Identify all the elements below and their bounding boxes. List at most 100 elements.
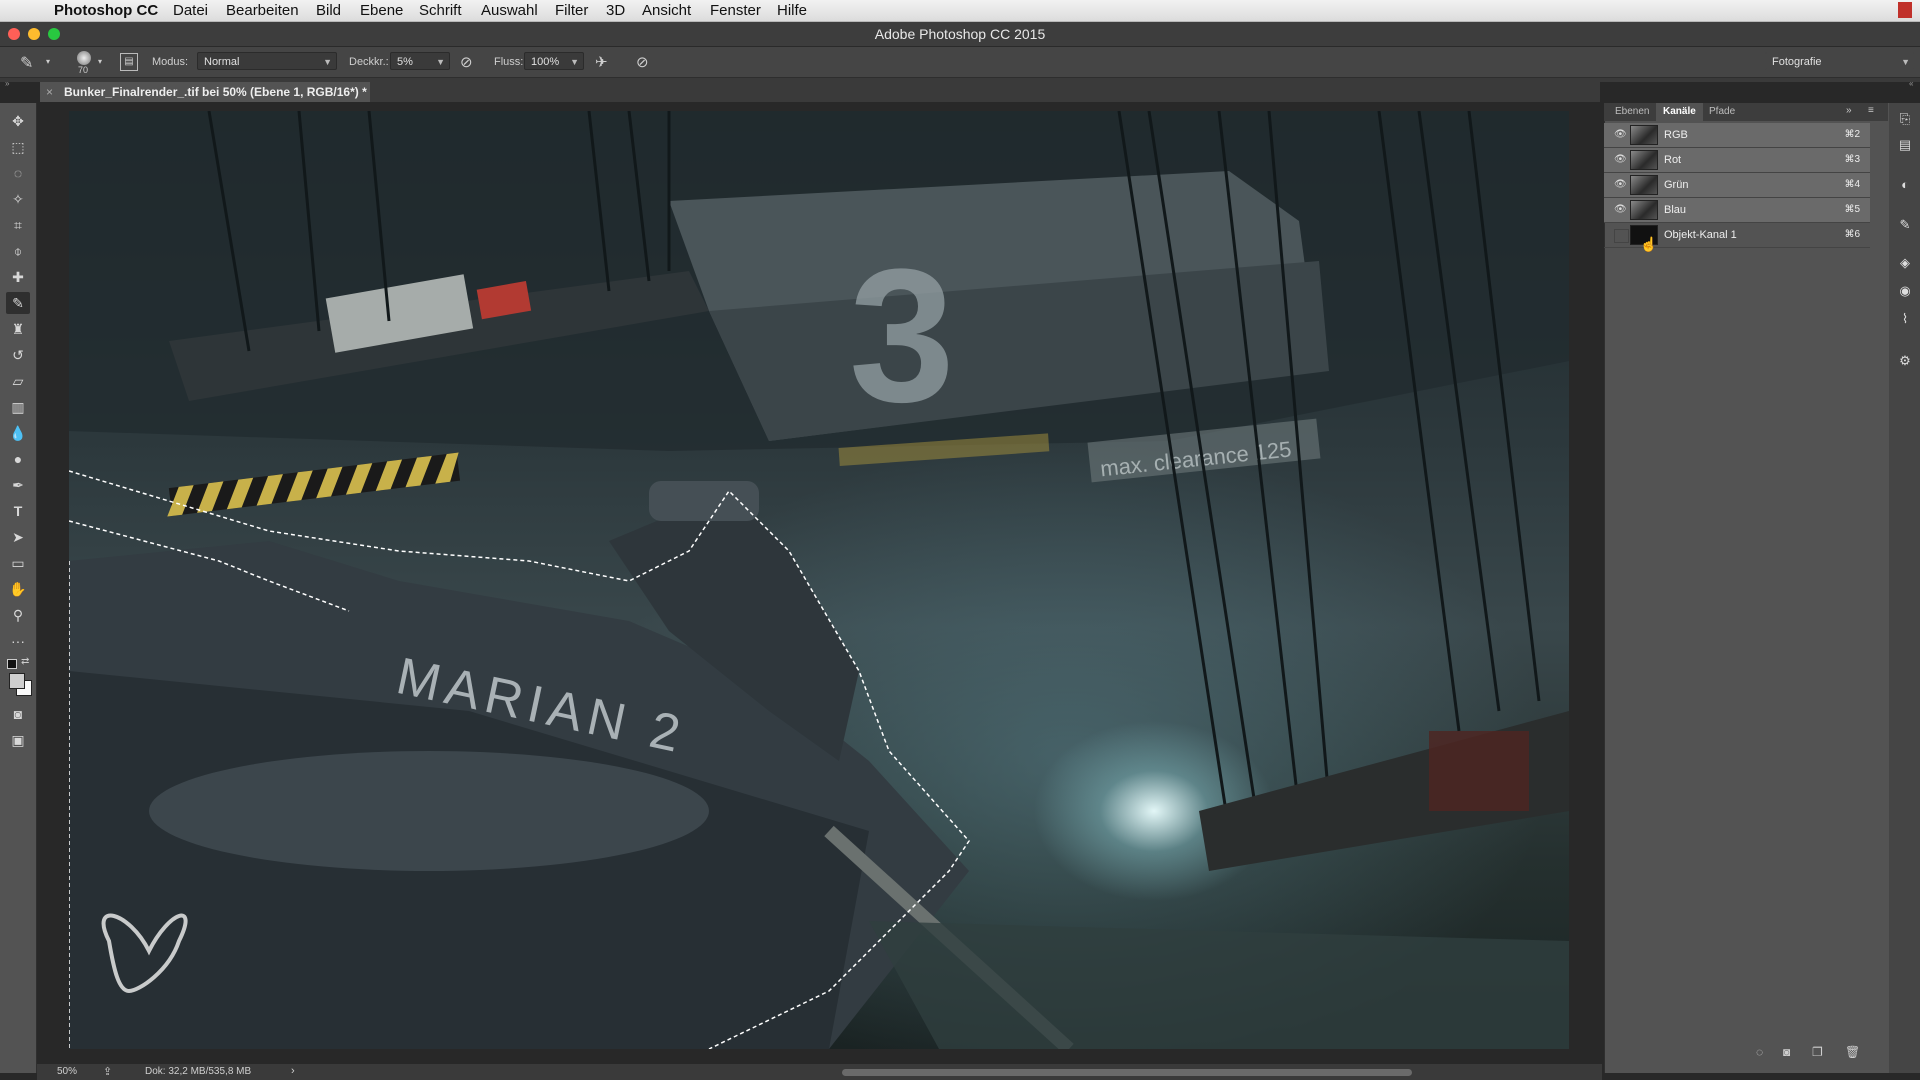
visibility-eye-icon[interactable]: 👁 (1614, 179, 1627, 191)
horizontal-scrollbar[interactable] (842, 1069, 1412, 1076)
new-channel-icon[interactable]: ❐ (1812, 1045, 1823, 1059)
brush-preview-icon[interactable] (77, 51, 91, 65)
channels-icon[interactable]: ◉ (1896, 283, 1914, 301)
layers-icon[interactable]: ◈ (1896, 255, 1914, 273)
adjustments-icon[interactable]: ◐ (1896, 177, 1914, 195)
channel-row-blau[interactable]: 👁 Blau ⌘5 (1604, 198, 1870, 223)
menu-ebene[interactable]: Ebene (360, 2, 403, 19)
tab-paths[interactable]: Pfade (1702, 103, 1742, 121)
mode-label: Modus: (152, 56, 189, 68)
menu-ansicht[interactable]: Ansicht (642, 2, 691, 19)
gradient-tool-icon[interactable]: ▥ (6, 396, 30, 418)
panel-collapse-icon[interactable]: » (1846, 105, 1852, 116)
mode-select[interactable]: Normal ▼ (197, 52, 337, 70)
channel-shortcut: ⌘6 (1844, 229, 1860, 240)
menu-bild[interactable]: Bild (316, 2, 341, 19)
history-brush-tool-icon[interactable]: ↺ (6, 344, 30, 366)
collapse-icon[interactable]: » (5, 79, 9, 88)
clone-stamp-tool-icon[interactable]: ♜ (6, 318, 30, 340)
mac-menubar: Photoshop CC Datei Bearbeiten Bild Ebene… (0, 0, 1920, 22)
status-menu-arrow[interactable]: › (291, 1065, 295, 1077)
channel-shortcut: ⌘5 (1844, 204, 1860, 215)
document-image[interactable]: 3 max. clearance 125 MARIAN 2 (69, 111, 1569, 1049)
workspace-value: Fotografie (1772, 56, 1822, 68)
more-tools-icon[interactable]: ··· (6, 630, 30, 652)
foreground-color-swatch[interactable] (9, 673, 25, 689)
zoom-tool-icon[interactable]: ⚲ (6, 604, 30, 626)
options-bar: ✎ ▾ 70 ▾ ▤ Modus: Normal ▼ Deckkr.: 5% ▼ ⊘… (0, 47, 1920, 78)
chevron-down-icon[interactable]: ▾ (98, 57, 102, 66)
menu-datei[interactable]: Datei (173, 2, 208, 19)
opacity-field[interactable]: 5% ▼ (390, 52, 450, 70)
visibility-eye-icon[interactable]: 👁 (1614, 204, 1627, 216)
brush-tool-preset-icon[interactable]: ✎ (20, 53, 33, 73)
type-tool-icon[interactable]: T (6, 500, 30, 522)
share-icon[interactable]: ⇪ (103, 1065, 112, 1078)
load-channel-as-selection-icon[interactable]: ◌ (1756, 1045, 1763, 1059)
chevron-down-icon: ▼ (1901, 57, 1910, 67)
blur-tool-icon[interactable]: 💧 (6, 422, 30, 444)
properties-icon[interactable]: ▤ (1896, 137, 1914, 155)
eraser-tool-icon[interactable]: ▱ (6, 370, 30, 392)
panel-menu-icon[interactable]: ≡ (1868, 105, 1874, 116)
channel-row-rgb[interactable]: 👁 RGB ⌘2 (1604, 123, 1870, 148)
menu-filter[interactable]: Filter (555, 2, 588, 19)
save-selection-as-channel-icon[interactable]: ◙ (1783, 1045, 1790, 1059)
workspace-select[interactable]: Fotografie ▼ (1765, 52, 1915, 70)
close-tab-icon[interactable]: × (46, 82, 53, 102)
brush-tool-icon[interactable]: ✎ (6, 292, 30, 314)
quick-selection-tool-icon[interactable]: ✧ (6, 188, 30, 210)
airbrush-icon[interactable]: ✈ (595, 53, 608, 71)
default-colors-icon[interactable] (7, 659, 17, 669)
visibility-eye-icon[interactable]: 👁 (1614, 129, 1627, 141)
brush-panel-toggle-icon[interactable]: ▤ (120, 53, 138, 71)
menu-hilfe[interactable]: Hilfe (777, 2, 807, 19)
hand-tool-icon[interactable]: ✋ (6, 578, 30, 600)
delete-channel-icon[interactable]: 🗑 (1845, 1045, 1860, 1059)
menu-3d[interactable]: 3D (606, 2, 625, 19)
menu-app-name[interactable]: Photoshop CC (54, 2, 158, 19)
channel-shortcut: ⌘3 (1844, 154, 1860, 165)
healing-brush-tool-icon[interactable]: ✚ (6, 266, 30, 288)
status-app-icon[interactable] (1898, 2, 1912, 18)
flow-field[interactable]: 100% ▼ (524, 52, 584, 70)
opacity-label: Deckkr.: (349, 56, 389, 68)
channel-shortcut: ⌘2 (1844, 129, 1860, 140)
opacity-value: 5% (397, 56, 413, 68)
visibility-toggle-empty[interactable] (1614, 229, 1629, 243)
quick-mask-icon[interactable]: ◙ (6, 703, 30, 725)
tab-layers[interactable]: Ebenen (1608, 103, 1656, 121)
dodge-tool-icon[interactable]: ● (6, 448, 30, 470)
eyedropper-tool-icon[interactable]: ⌽ (6, 240, 30, 262)
chevron-down-icon[interactable]: ▾ (46, 57, 50, 66)
move-tool-icon[interactable]: ✥ (6, 110, 30, 132)
collapse-icon[interactable]: « (1909, 79, 1913, 88)
menu-fenster[interactable]: Fenster (710, 2, 761, 19)
pressure-opacity-icon[interactable]: ⊘ (460, 53, 473, 71)
lasso-tool-icon[interactable]: ◌ (6, 162, 30, 184)
path-selection-tool-icon[interactable]: ➤ (6, 526, 30, 548)
flow-label: Fluss: (494, 56, 524, 68)
marquee-tool-icon[interactable]: ⬚ (6, 136, 30, 158)
menu-schrift[interactable]: Schrift (419, 2, 462, 19)
document-tab[interactable]: × Bunker_Finalrender_.tif bei 50% (Ebene… (40, 82, 370, 102)
libraries-icon[interactable]: ⚙ (1896, 353, 1914, 371)
pen-tool-icon[interactable]: ✒ (6, 474, 30, 496)
right-dock: ⎘ ▤ ◐ ✎ ◈ ◉ ⌇ ⚙ (1889, 103, 1920, 1073)
swap-colors-icon[interactable]: ⇄ (21, 656, 29, 667)
crop-tool-icon[interactable]: ⌗ (6, 214, 30, 236)
channel-row-rot[interactable]: 👁 Rot ⌘3 (1604, 148, 1870, 173)
history-icon[interactable]: ⎘ (1896, 111, 1914, 129)
menu-auswahl[interactable]: Auswahl (481, 2, 538, 19)
brush-presets-icon[interactable]: ✎ (1896, 217, 1914, 235)
visibility-eye-icon[interactable]: 👁 (1614, 154, 1627, 166)
rectangle-tool-icon[interactable]: ▭ (6, 552, 30, 574)
channel-thumbnail (1630, 125, 1658, 145)
screen-mode-icon[interactable]: ▣ (6, 729, 30, 751)
paths-icon[interactable]: ⌇ (1896, 311, 1914, 329)
pressure-size-icon[interactable]: ⊘ (636, 53, 649, 71)
tab-channels[interactable]: Kanäle (1656, 103, 1703, 121)
zoom-level[interactable]: 50% (57, 1066, 77, 1077)
channel-row-gruen[interactable]: 👁 Grün ⌘4 (1604, 173, 1870, 198)
menu-bearbeiten[interactable]: Bearbeiten (226, 2, 299, 19)
